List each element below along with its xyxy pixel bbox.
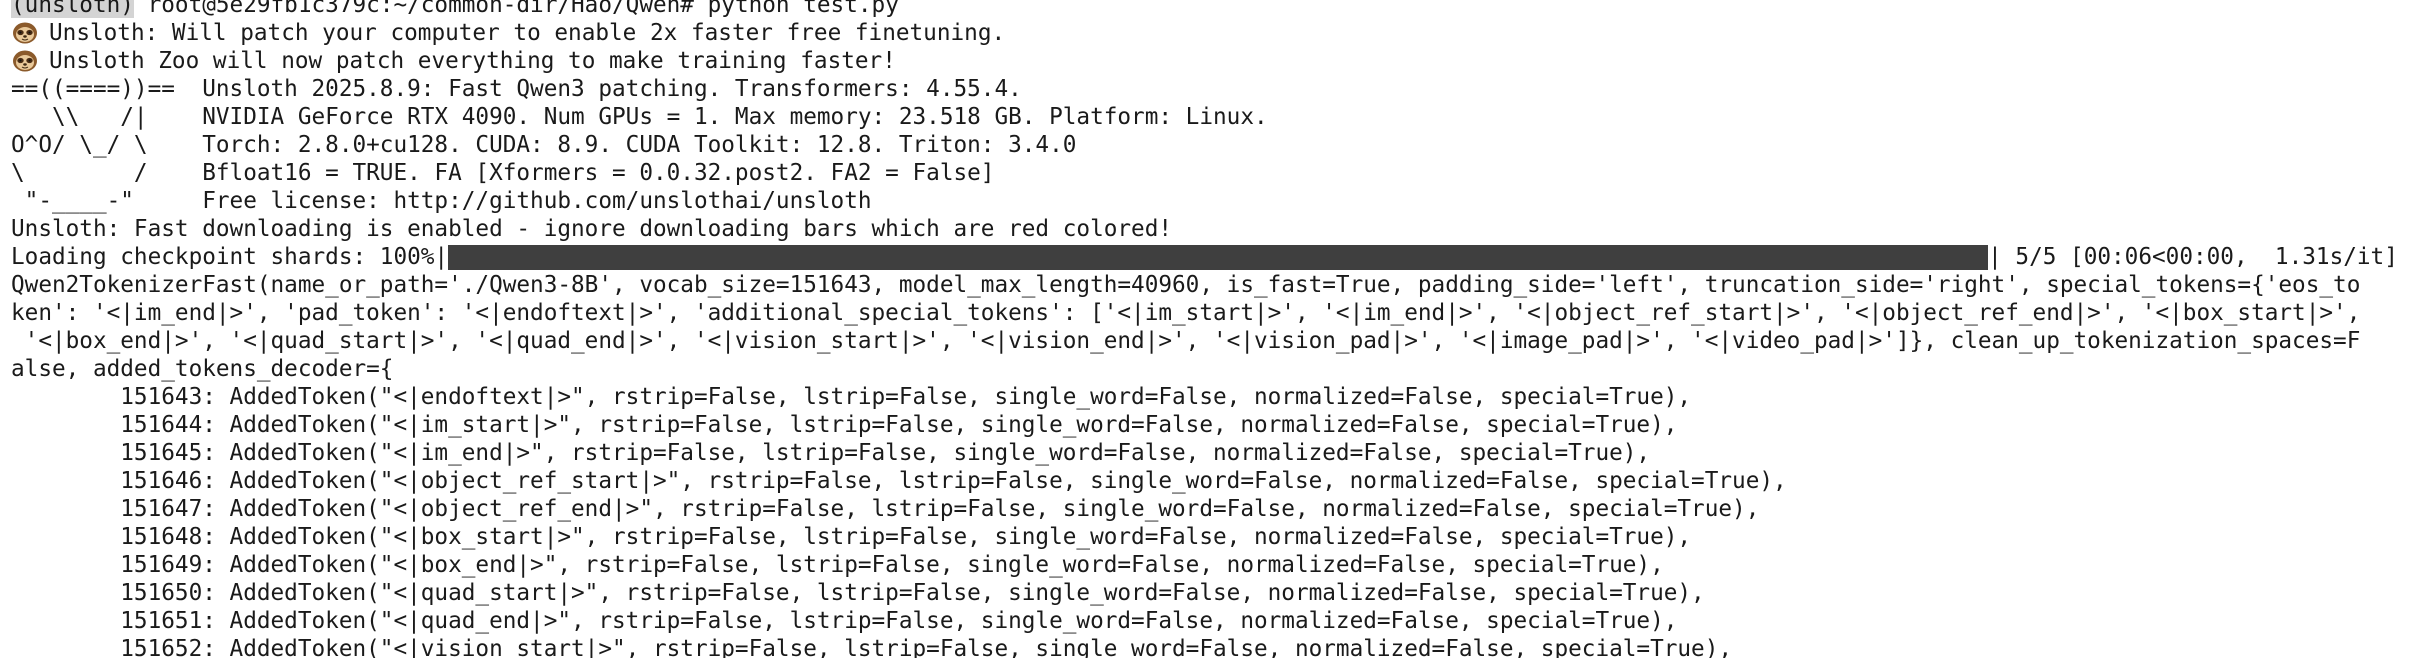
added-token-line: 151649: AddedToken("<|box_end|>", rstrip…: [11, 552, 1664, 578]
shell-prompt-line: (unsloth) root@5e29fb1c379c:~/common-dir…: [0, 0, 2422, 19]
added-token-line: 151646: AddedToken("<|object_ref_start|>…: [11, 468, 1787, 494]
progress-bar-fill: [448, 245, 1989, 270]
terminal-output[interactable]: (unsloth) root@5e29fb1c379c:~/common-dir…: [0, 0, 2422, 658]
checkpoint-progress-line: Loading checkpoint shards: 100%| | 5/5 [0…: [0, 243, 2422, 271]
banner-line: Unsloth Zoo will now patch everything to…: [0, 47, 2422, 75]
progress-suffix: | 5/5 [00:06<00:00, 1.31s/it]: [1988, 244, 2398, 270]
unsloth-info-line: ==((====))== Unsloth 2025.8.9: Fast Qwen…: [11, 76, 1022, 102]
bfloat-info-line: \ / Bfloat16 = TRUE. FA [Xformers = 0.0.…: [11, 160, 995, 186]
added-token-line: 151645: AddedToken("<|im_end|>", rstrip=…: [11, 440, 1651, 466]
banner-text: Unsloth: Will patch your computer to ena…: [49, 20, 1006, 46]
added-token-line: 151652: AddedToken("<|vision_start|>", r…: [11, 636, 1733, 658]
added-token-line: 151648: AddedToken("<|box_start|>", rstr…: [11, 524, 1692, 550]
torch-info-line: O^O/ \_/ \ Torch: 2.8.0+cu128. CUDA: 8.9…: [11, 132, 1077, 158]
sloth-icon: [13, 50, 37, 72]
prompt-path: root@5e29fb1c379c:~/common-dir/Hao/Qwen#: [133, 0, 708, 18]
added-token-line: 151651: AddedToken("<|quad_end|>", rstri…: [11, 608, 1678, 634]
added-token-line: 151647: AddedToken("<|object_ref_end|>",…: [11, 496, 1760, 522]
venv-indicator: (unsloth): [11, 0, 134, 18]
progress-bar: [448, 245, 1989, 270]
sloth-icon: [13, 22, 37, 44]
prompt-command: python test.py: [707, 0, 899, 18]
tokenizer-output-line: Qwen2TokenizerFast(name_or_path='./Qwen3…: [11, 272, 2361, 298]
progress-label: Loading checkpoint shards: 100%|: [11, 244, 449, 270]
gpu-info-line: \\ /| NVIDIA GeForce RTX 4090. Num GPUs …: [11, 104, 1268, 130]
added-token-line: 151650: AddedToken("<|quad_start|>", rst…: [11, 580, 1705, 606]
license-info-line: "-____-" Free license: http://github.com…: [11, 188, 872, 214]
banner-text: Unsloth Zoo will now patch everything to…: [49, 48, 896, 74]
added-token-line: 151644: AddedToken("<|im_start|>", rstri…: [11, 412, 1678, 438]
tokenizer-output-line: '<|box_end|>', '<|quad_start|>', '<|quad…: [11, 328, 2361, 354]
banner-line: Unsloth: Will patch your computer to ena…: [0, 19, 2422, 47]
tokenizer-output-line: ken': '<|im_end|>', 'pad_token': '<|endo…: [11, 300, 2361, 326]
tokenizer-output-line: alse, added_tokens_decoder={: [11, 356, 394, 382]
download-notice-line: Unsloth: Fast downloading is enabled - i…: [11, 216, 1173, 242]
added-token-line: 151643: AddedToken("<|endoftext|>", rstr…: [11, 384, 1692, 410]
